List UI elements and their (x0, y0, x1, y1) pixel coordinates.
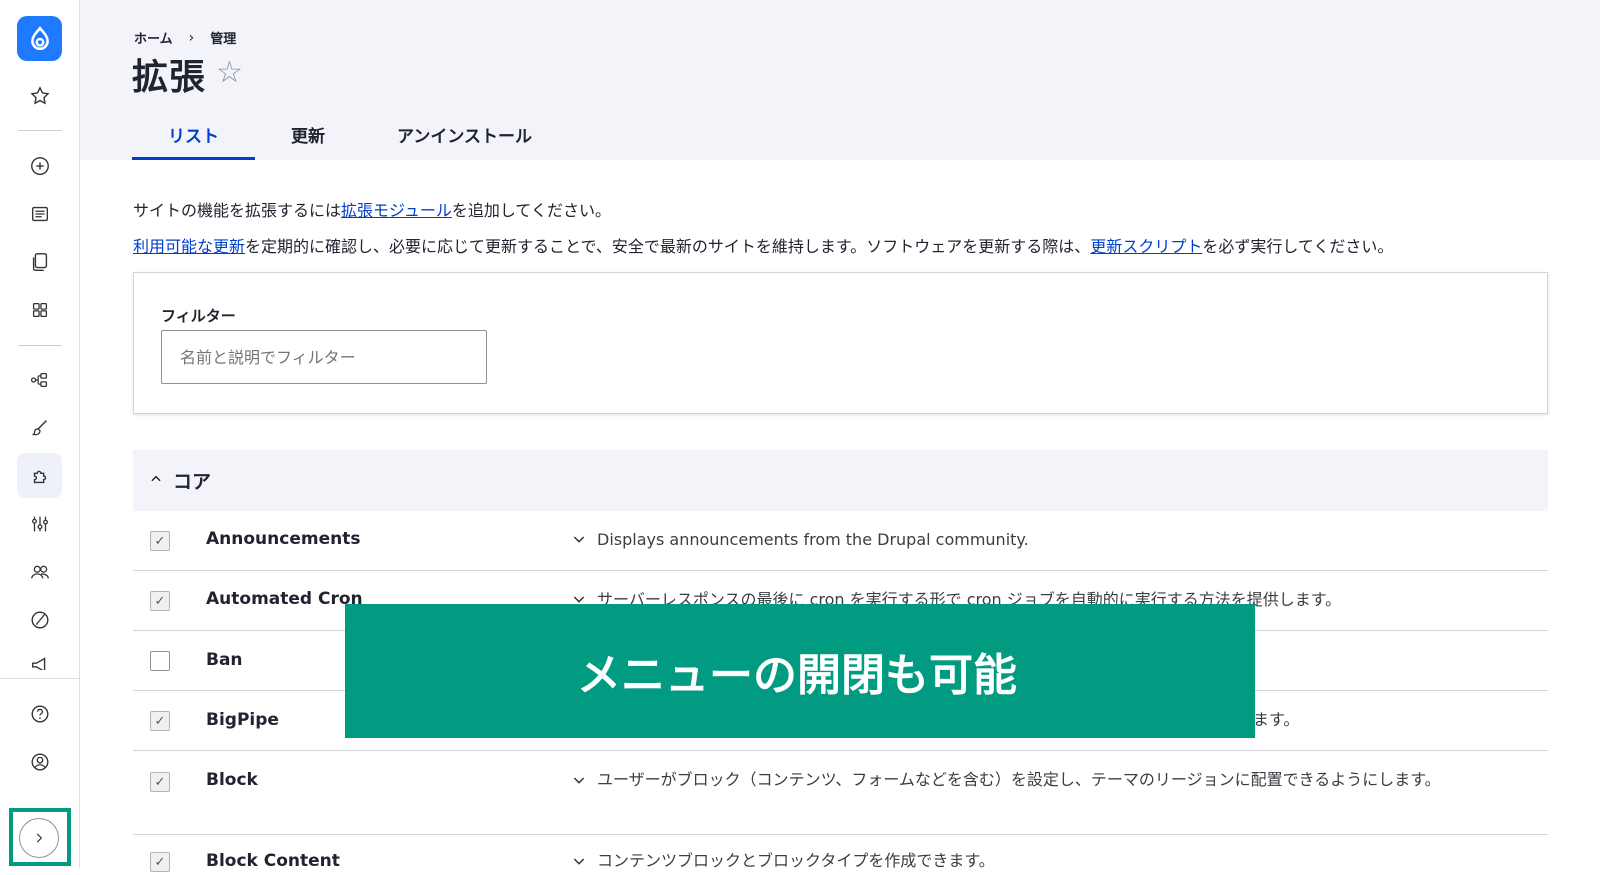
chevron-right-icon (36, 833, 43, 843)
files-icon[interactable] (22, 244, 58, 280)
intro-text: を定期的に確認し、必要に応じて更新することで、安全で最新のサイトを維持します。ソ… (245, 237, 1091, 256)
toolbar-divider (18, 130, 62, 131)
chevron-up-icon (149, 471, 163, 490)
announcements-megaphone-icon[interactable] (22, 648, 58, 670)
page-title: 拡張 (132, 57, 207, 98)
filter-input[interactable] (161, 330, 487, 384)
module-description: Displays announcements from the Drupal c… (597, 530, 1029, 549)
module-name: Automated Cron (206, 589, 363, 609)
structure-icon[interactable] (22, 362, 58, 398)
module-checkbox[interactable]: ✓ (150, 531, 170, 551)
module-name: BigPipe (206, 710, 279, 730)
chevron-down-icon[interactable] (571, 772, 587, 792)
admin-toolbar (0, 0, 80, 868)
module-checkbox[interactable]: ✓ (150, 772, 170, 792)
module-row: ✓ Block Content コンテンツブロックとブロックタイプを作成できます… (133, 835, 1548, 875)
update-script-link[interactable]: 更新スクリプト (1090, 237, 1202, 256)
filter-label: フィルター (161, 307, 236, 325)
module-name: Ban (206, 650, 243, 670)
drupal-logo[interactable] (17, 16, 62, 61)
module-description: ます。 (1253, 710, 1300, 729)
module-checkbox[interactable]: ✓ (150, 711, 170, 731)
breadcrumb-separator: › (188, 29, 195, 46)
module-checkbox[interactable] (150, 651, 170, 671)
expand-toolbar-button[interactable] (19, 818, 59, 858)
tabs: リスト 更新 アンインストール (132, 110, 568, 160)
module-row: ✓ Block ユーザーがブロック（コンテンツ、フォームなどを含む）を設定し、テ… (133, 751, 1548, 835)
toolbar-divider (18, 345, 62, 346)
tab-update[interactable]: 更新 (255, 110, 361, 160)
module-description: ユーザーがブロック（コンテンツ、フォームなどを含む）を設定し、テーマのリージョン… (597, 770, 1441, 789)
core-section-header[interactable]: コア (133, 450, 1548, 511)
appearance-brush-icon[interactable] (22, 410, 58, 446)
intro-line-2: 利用可能な更新を定期的に確認し、必要に応じて更新することで、安全で最新のサイトを… (133, 233, 1393, 257)
module-checkbox[interactable]: ✓ (150, 591, 170, 611)
intro-text: サイトの機能を拡張するには (133, 201, 342, 220)
breadcrumb-admin-link[interactable]: 管理 (210, 28, 236, 47)
available-updates-link[interactable]: 利用可能な更新 (133, 237, 245, 256)
intro-text: を必ず実行してください。 (1202, 237, 1394, 256)
help-icon[interactable] (22, 696, 58, 732)
tab-list[interactable]: リスト (132, 110, 255, 160)
core-section-title: コア (173, 471, 212, 493)
module-name: Block (206, 770, 258, 790)
toolbar-bottom-divider (0, 678, 80, 679)
module-description: コンテンツブロックとブロックタイプを作成できます。 (597, 851, 995, 870)
drupal-drop-icon (30, 25, 49, 50)
user-account-icon[interactable] (22, 744, 58, 780)
blocks-grid-icon[interactable] (22, 292, 58, 328)
page-header: ホーム › 管理 拡張 ☆ リスト 更新 アンインストール (80, 0, 1600, 160)
extend-modules-link[interactable]: 拡張モジュール (341, 201, 452, 220)
module-name: Announcements (206, 529, 361, 549)
tab-uninstall[interactable]: アンインストール (361, 110, 568, 160)
content-icon[interactable] (22, 196, 58, 232)
configuration-sliders-icon[interactable] (22, 506, 58, 542)
create-plus-icon[interactable] (22, 148, 58, 184)
favorite-star-icon[interactable]: ☆ (216, 55, 243, 90)
caption-overlay: メニューの開閉も可能 (345, 604, 1255, 738)
module-name: Block Content (206, 851, 340, 871)
intro-line-1: サイトの機能を拡張するには拡張モジュールを追加してください。 (133, 197, 611, 221)
breadcrumb: ホーム › 管理 (134, 28, 236, 48)
shortcuts-star-icon[interactable] (22, 78, 58, 114)
intro-text: を追加してください。 (451, 201, 611, 220)
module-checkbox[interactable]: ✓ (150, 852, 170, 872)
filter-card: フィルター (133, 272, 1548, 414)
extend-puzzle-icon[interactable] (17, 453, 62, 498)
breadcrumb-home-link[interactable]: ホーム (134, 28, 173, 47)
chevron-down-icon[interactable] (571, 853, 587, 873)
reports-pie-icon[interactable] (22, 602, 58, 638)
people-icon[interactable] (22, 554, 58, 590)
chevron-down-icon[interactable] (571, 531, 587, 551)
module-row: ✓ Announcements Displays announcements f… (133, 511, 1548, 571)
